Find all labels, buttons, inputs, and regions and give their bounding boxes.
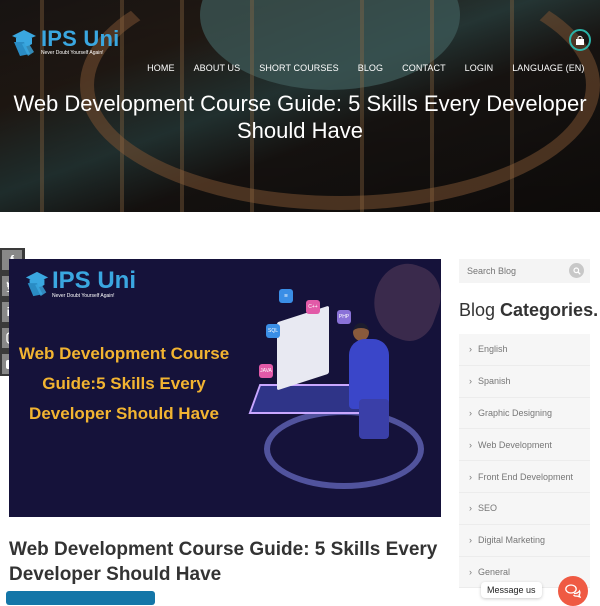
category-web-development[interactable]: › Web Development bbox=[459, 429, 590, 462]
page-title: Web Development Course Guide: 5 Skills E… bbox=[13, 91, 587, 143]
category-digital-marketing[interactable]: › Digital Marketing bbox=[459, 525, 590, 557]
chip-cpp: C++ bbox=[306, 300, 320, 314]
illustration-monitor bbox=[277, 305, 329, 391]
graduation-cap-logo-icon bbox=[12, 30, 36, 56]
chip-java: JAVA bbox=[259, 364, 273, 378]
search-blog-input[interactable] bbox=[467, 266, 567, 276]
logo-title: IPS Uni bbox=[41, 26, 120, 51]
categories-list: › English › Spanish › Graphic Designing › We… bbox=[459, 334, 590, 589]
shopping-bag-icon bbox=[576, 35, 584, 45]
chevron-right-icon: › bbox=[469, 471, 472, 482]
featured-logo-title: IPS Uni bbox=[52, 267, 137, 294]
message-us-tooltip[interactable]: Message us bbox=[481, 582, 542, 598]
chat-bubbles-icon bbox=[565, 584, 581, 598]
nav-home[interactable]: HOME bbox=[138, 63, 184, 73]
featured-image-logo: IPS Uni Never Doubt Yourself Again! bbox=[24, 269, 136, 299]
chevron-right-icon: › bbox=[469, 344, 472, 355]
illustration-ring bbox=[264, 409, 424, 489]
search-blog-field bbox=[459, 259, 590, 283]
categories-heading: Blog Categories. bbox=[459, 300, 599, 320]
hero-banner: IPS Uni Never Doubt Yourself Again! HOME… bbox=[0, 0, 600, 212]
chevron-right-icon: › bbox=[469, 407, 472, 418]
decorative-blob bbox=[363, 259, 441, 348]
featured-image-title: Web Development Course Guide:5 Skills Ev… bbox=[18, 344, 230, 423]
illustration-chair bbox=[359, 399, 389, 439]
chevron-right-icon: › bbox=[469, 376, 472, 387]
category-graphic-designing[interactable]: › Graphic Designing bbox=[459, 398, 590, 430]
category-spanish[interactable]: › Spanish bbox=[459, 366, 590, 398]
nav-blog[interactable]: BLOG bbox=[348, 63, 392, 73]
read-more-button[interactable] bbox=[6, 591, 155, 605]
wifi-icon: ≋ bbox=[279, 289, 293, 303]
post-title: Web Development Course Guide: 5 Skills E… bbox=[9, 539, 438, 585]
chevron-right-icon: › bbox=[469, 503, 472, 514]
search-button[interactable] bbox=[569, 263, 584, 278]
nav-contact[interactable]: CONTACT bbox=[393, 63, 456, 73]
chevron-right-icon: › bbox=[469, 566, 472, 577]
chip-sql: SQL bbox=[266, 324, 280, 338]
main-nav: HOME ABOUT US SHORT COURSES BLOG CONTACT… bbox=[138, 63, 594, 73]
chevron-right-icon: › bbox=[469, 535, 472, 546]
chip-php: PHP bbox=[337, 310, 351, 324]
search-icon bbox=[572, 266, 581, 275]
cart-button[interactable] bbox=[569, 29, 591, 51]
category-seo[interactable]: › SEO bbox=[459, 493, 590, 525]
chat-button[interactable] bbox=[558, 576, 588, 606]
nav-language[interactable]: LANGUAGE (EN) bbox=[503, 63, 594, 73]
site-logo[interactable]: IPS Uni Never Doubt Yourself Again! bbox=[10, 28, 119, 58]
chevron-right-icon: › bbox=[469, 439, 472, 450]
category-front-end-development[interactable]: › Front End Development bbox=[459, 461, 590, 493]
featured-image: IPS Uni Never Doubt Yourself Again! Web … bbox=[9, 259, 441, 517]
category-english[interactable]: › English bbox=[459, 334, 590, 366]
nav-login[interactable]: LOGIN bbox=[455, 63, 503, 73]
graduation-cap-logo-icon bbox=[25, 271, 49, 297]
nav-about-us[interactable]: ABOUT US bbox=[184, 63, 250, 73]
nav-short-courses[interactable]: SHORT COURSES bbox=[250, 63, 348, 73]
